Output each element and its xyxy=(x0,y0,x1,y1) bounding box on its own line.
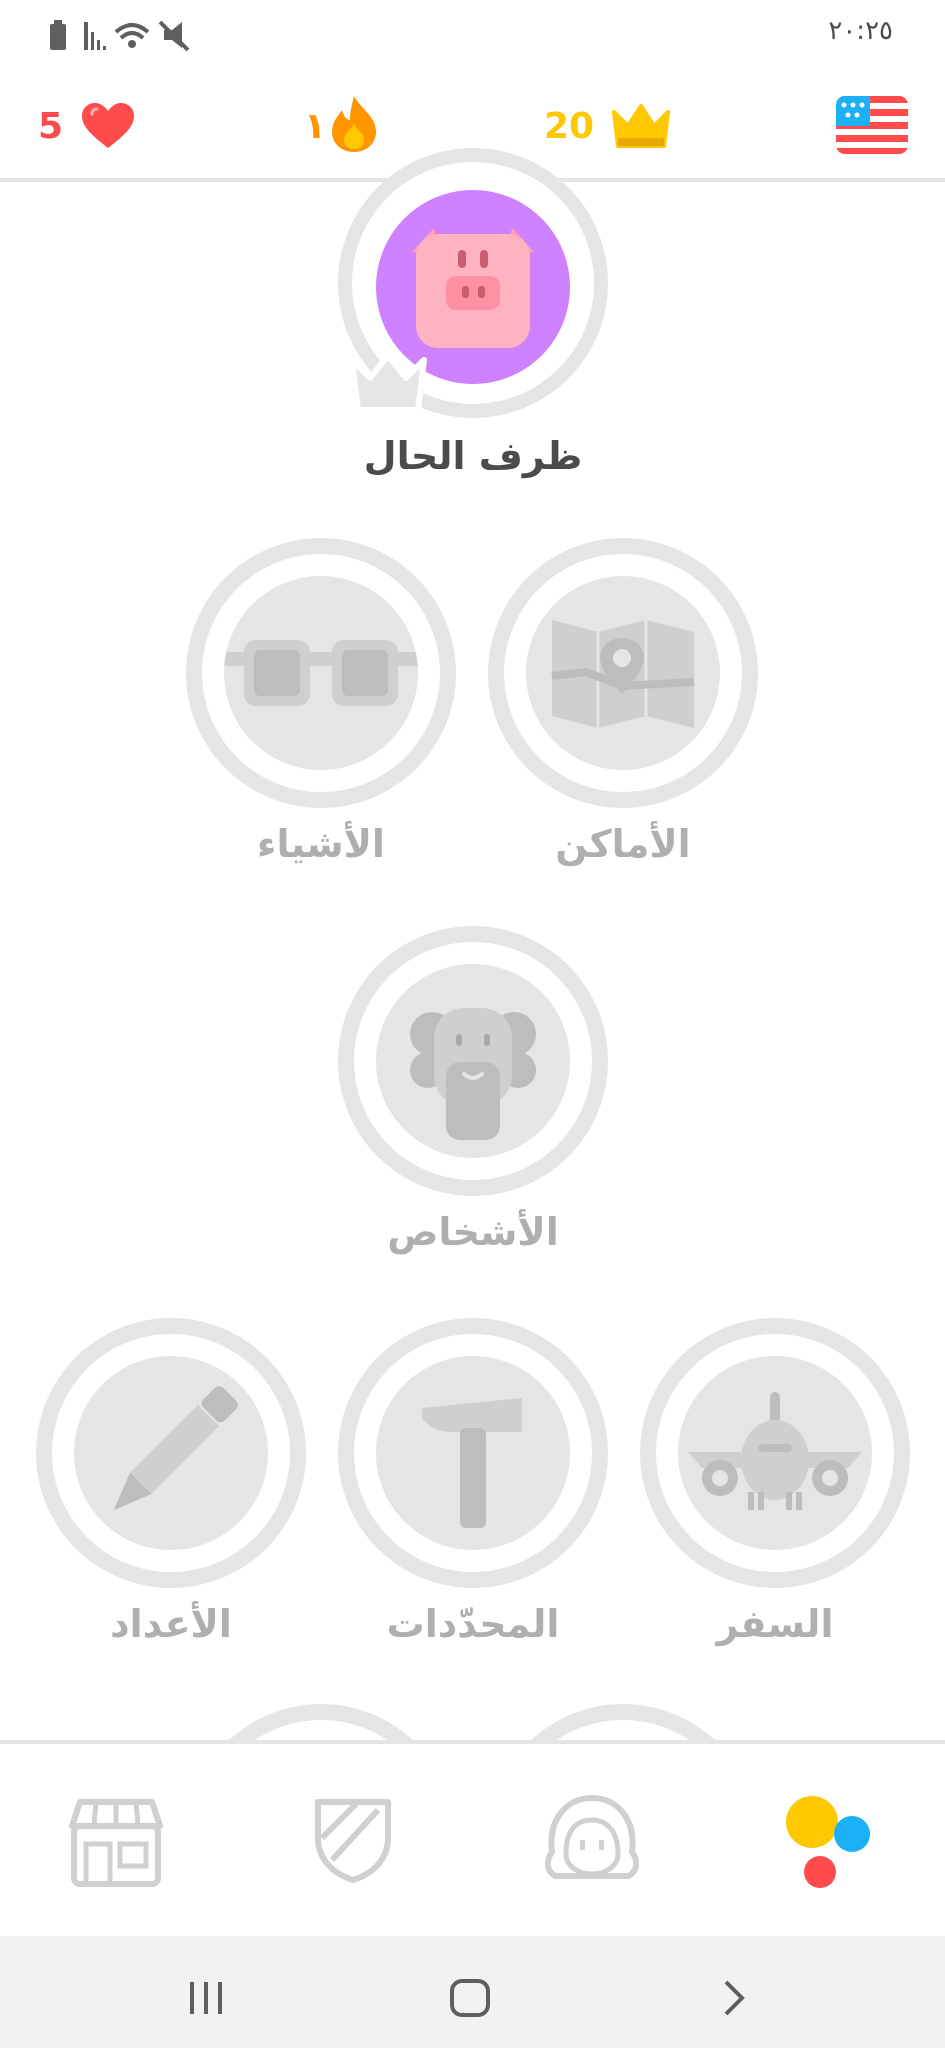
skill-label-numbers[interactable]: الأعداد xyxy=(21,1602,321,1646)
skill-travel[interactable] xyxy=(640,1318,910,1588)
hammer-icon xyxy=(422,1398,522,1528)
skill-numbers[interactable] xyxy=(36,1318,306,1588)
home-icon[interactable] xyxy=(448,1978,492,2018)
crown-icon[interactable] xyxy=(610,102,672,150)
system-nav-bar xyxy=(0,1936,945,2048)
status-time: ٢٠:٢٥ xyxy=(828,16,893,46)
pencil-icon xyxy=(113,1386,238,1511)
skill-people[interactable] xyxy=(338,926,608,1196)
crown-level-icon xyxy=(349,353,427,413)
skill-next-right[interactable] xyxy=(488,1704,758,1744)
us-flag-icon[interactable] xyxy=(836,96,908,154)
skill-label-places[interactable]: الأماكن xyxy=(473,822,773,866)
status-icons xyxy=(50,20,190,52)
heart-icon[interactable] xyxy=(80,102,136,150)
skill-next-left[interactable] xyxy=(186,1704,456,1744)
skill-label-people[interactable]: الأشخاص xyxy=(323,1210,623,1254)
recent-apps-icon[interactable] xyxy=(186,1980,226,2016)
skill-places[interactable] xyxy=(488,538,758,808)
bottom-nav xyxy=(0,1740,945,1940)
profile-icon[interactable] xyxy=(542,1790,642,1886)
crowns-count[interactable]: 20 xyxy=(544,106,594,147)
skill-things[interactable] xyxy=(186,538,456,808)
skill-determiners[interactable] xyxy=(338,1318,608,1588)
shield-icon[interactable] xyxy=(312,1794,394,1884)
glasses-icon xyxy=(224,640,418,706)
back-icon[interactable] xyxy=(720,1978,750,2018)
map-icon xyxy=(551,620,695,728)
hearts-count[interactable]: 5 xyxy=(38,106,63,147)
skill-label-current[interactable]: ظرف الحال xyxy=(323,434,623,478)
shop-icon[interactable] xyxy=(66,1796,166,1888)
person-icon xyxy=(410,1008,536,1140)
flame-icon[interactable] xyxy=(330,94,378,154)
learn-icon[interactable] xyxy=(780,1790,874,1890)
skill-label-things[interactable]: الأشياء xyxy=(171,822,471,866)
status-bar: ٢٠:٢٥ xyxy=(0,0,945,70)
skill-label-determiners[interactable]: المحدّدات xyxy=(323,1602,623,1646)
airplane-icon xyxy=(688,1392,862,1510)
streak-count[interactable]: ١ xyxy=(304,106,326,147)
skill-label-travel[interactable]: السفر xyxy=(625,1602,925,1646)
